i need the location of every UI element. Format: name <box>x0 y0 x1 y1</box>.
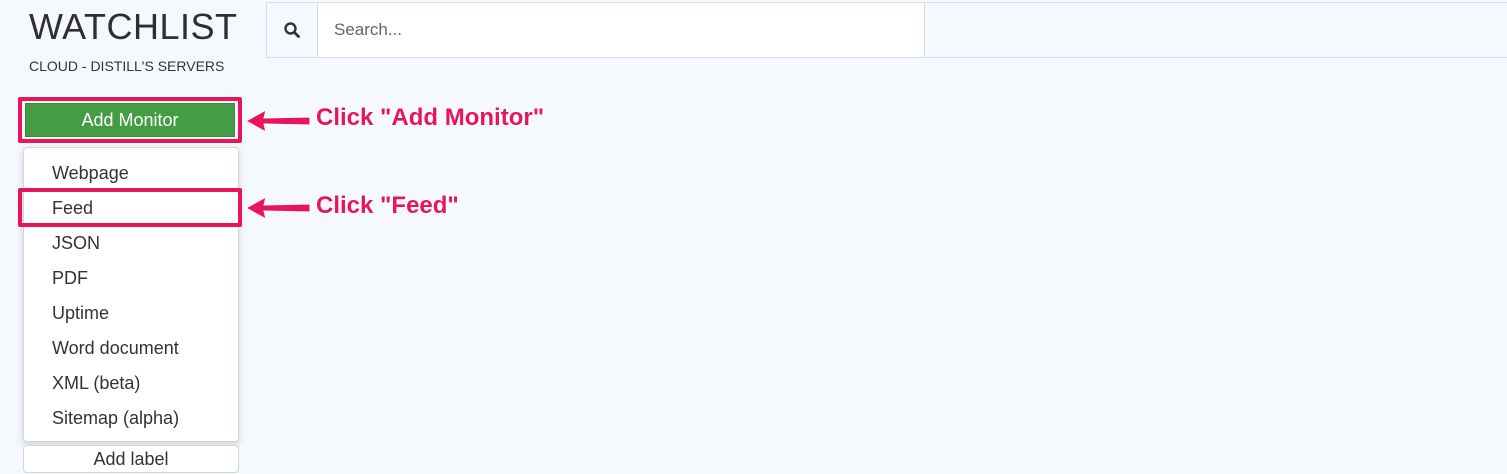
add-label-button[interactable]: Add label <box>23 445 239 473</box>
arrow-to-feed <box>244 196 311 220</box>
page-subtitle: CLOUD - DISTILL'S SERVERS <box>29 58 225 74</box>
search-icon <box>284 22 300 38</box>
watchlist-page: WATCHLIST CLOUD - DISTILL'S SERVERS Add … <box>0 0 1507 474</box>
search-button[interactable] <box>266 2 318 58</box>
page-title: WATCHLIST <box>29 6 238 47</box>
menu-item-webpage[interactable]: Webpage <box>52 162 129 184</box>
menu-item-pdf[interactable]: PDF <box>52 267 88 289</box>
add-monitor-button[interactable]: Add Monitor <box>25 103 235 137</box>
feed-highlight <box>18 188 242 227</box>
menu-item-word-document[interactable]: Word document <box>52 337 179 359</box>
search-input[interactable] <box>317 2 925 58</box>
menu-item-xml[interactable]: XML (beta) <box>52 372 140 394</box>
menu-item-uptime[interactable]: Uptime <box>52 302 109 324</box>
menu-item-sitemap[interactable]: Sitemap (alpha) <box>52 407 179 429</box>
arrow-to-add-monitor <box>244 109 311 133</box>
annotation-step-2: Click "Feed" <box>316 192 459 219</box>
annotation-step-1: Click "Add Monitor" <box>316 104 545 131</box>
menu-item-json[interactable]: JSON <box>52 232 100 254</box>
